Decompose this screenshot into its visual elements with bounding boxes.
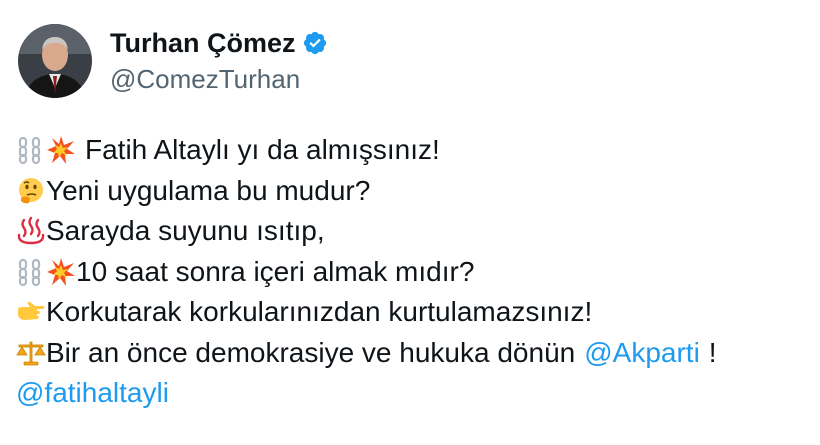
- pointing-right-icon: [16, 297, 46, 327]
- verified-badge-icon: [302, 30, 328, 56]
- tweet-line: Yeni uygulama bu mudur?: [16, 171, 816, 212]
- mention-link-akparti[interactable]: @Akparti: [584, 333, 700, 374]
- tweet-text: Fatih Altaylı yı da almışsınız! Yeni uyg…: [16, 130, 816, 414]
- tweet-header: Turhan Çömez @ComezTurhan: [18, 24, 328, 98]
- tweet-line-text: Yeni uygulama bu mudur?: [46, 174, 371, 206]
- tweet-line: Bir an önce demokrasiye ve hukuka dönün …: [16, 333, 816, 374]
- tweet-line: Fatih Altaylı yı da almışsınız!: [16, 130, 816, 171]
- chains-icon: [16, 135, 46, 165]
- tweet-line: @fatihaltayli: [16, 373, 816, 414]
- tweet-line-suffix: !: [708, 336, 717, 368]
- hot-springs-icon: [16, 216, 46, 246]
- tweet-line: Korkutarak korkularınızdan kurtulamazsın…: [16, 292, 816, 333]
- tweet-line-text: Sarayda suyunu ısıtıp,: [46, 215, 325, 246]
- collision-icon: [46, 257, 76, 287]
- tweet-line: Sarayda suyunu ısıtıp,: [16, 211, 816, 252]
- mention-link-fatihaltayli[interactable]: @fatihaltayli: [16, 373, 169, 414]
- collision-icon: [46, 135, 76, 165]
- tweet-line: 10 saat sonra içeri almak mıdır?: [16, 252, 816, 293]
- tweet-line-text: Bir an önce demokrasiye ve hukuka dönün: [46, 336, 576, 368]
- avatar[interactable]: [18, 24, 92, 98]
- tweet-line-text: 10 saat sonra içeri almak mıdır?: [76, 255, 475, 287]
- chains-icon: [16, 257, 46, 287]
- user-handle[interactable]: @ComezTurhan: [110, 62, 328, 96]
- balance-scale-icon: [16, 338, 46, 368]
- tweet-line-text: Korkutarak korkularınızdan kurtulamazsın…: [46, 296, 593, 327]
- display-name[interactable]: Turhan Çömez: [110, 26, 296, 60]
- tweet-line-text: Fatih Altaylı yı da almışsınız!: [85, 134, 440, 165]
- thinking-face-icon: [16, 176, 46, 206]
